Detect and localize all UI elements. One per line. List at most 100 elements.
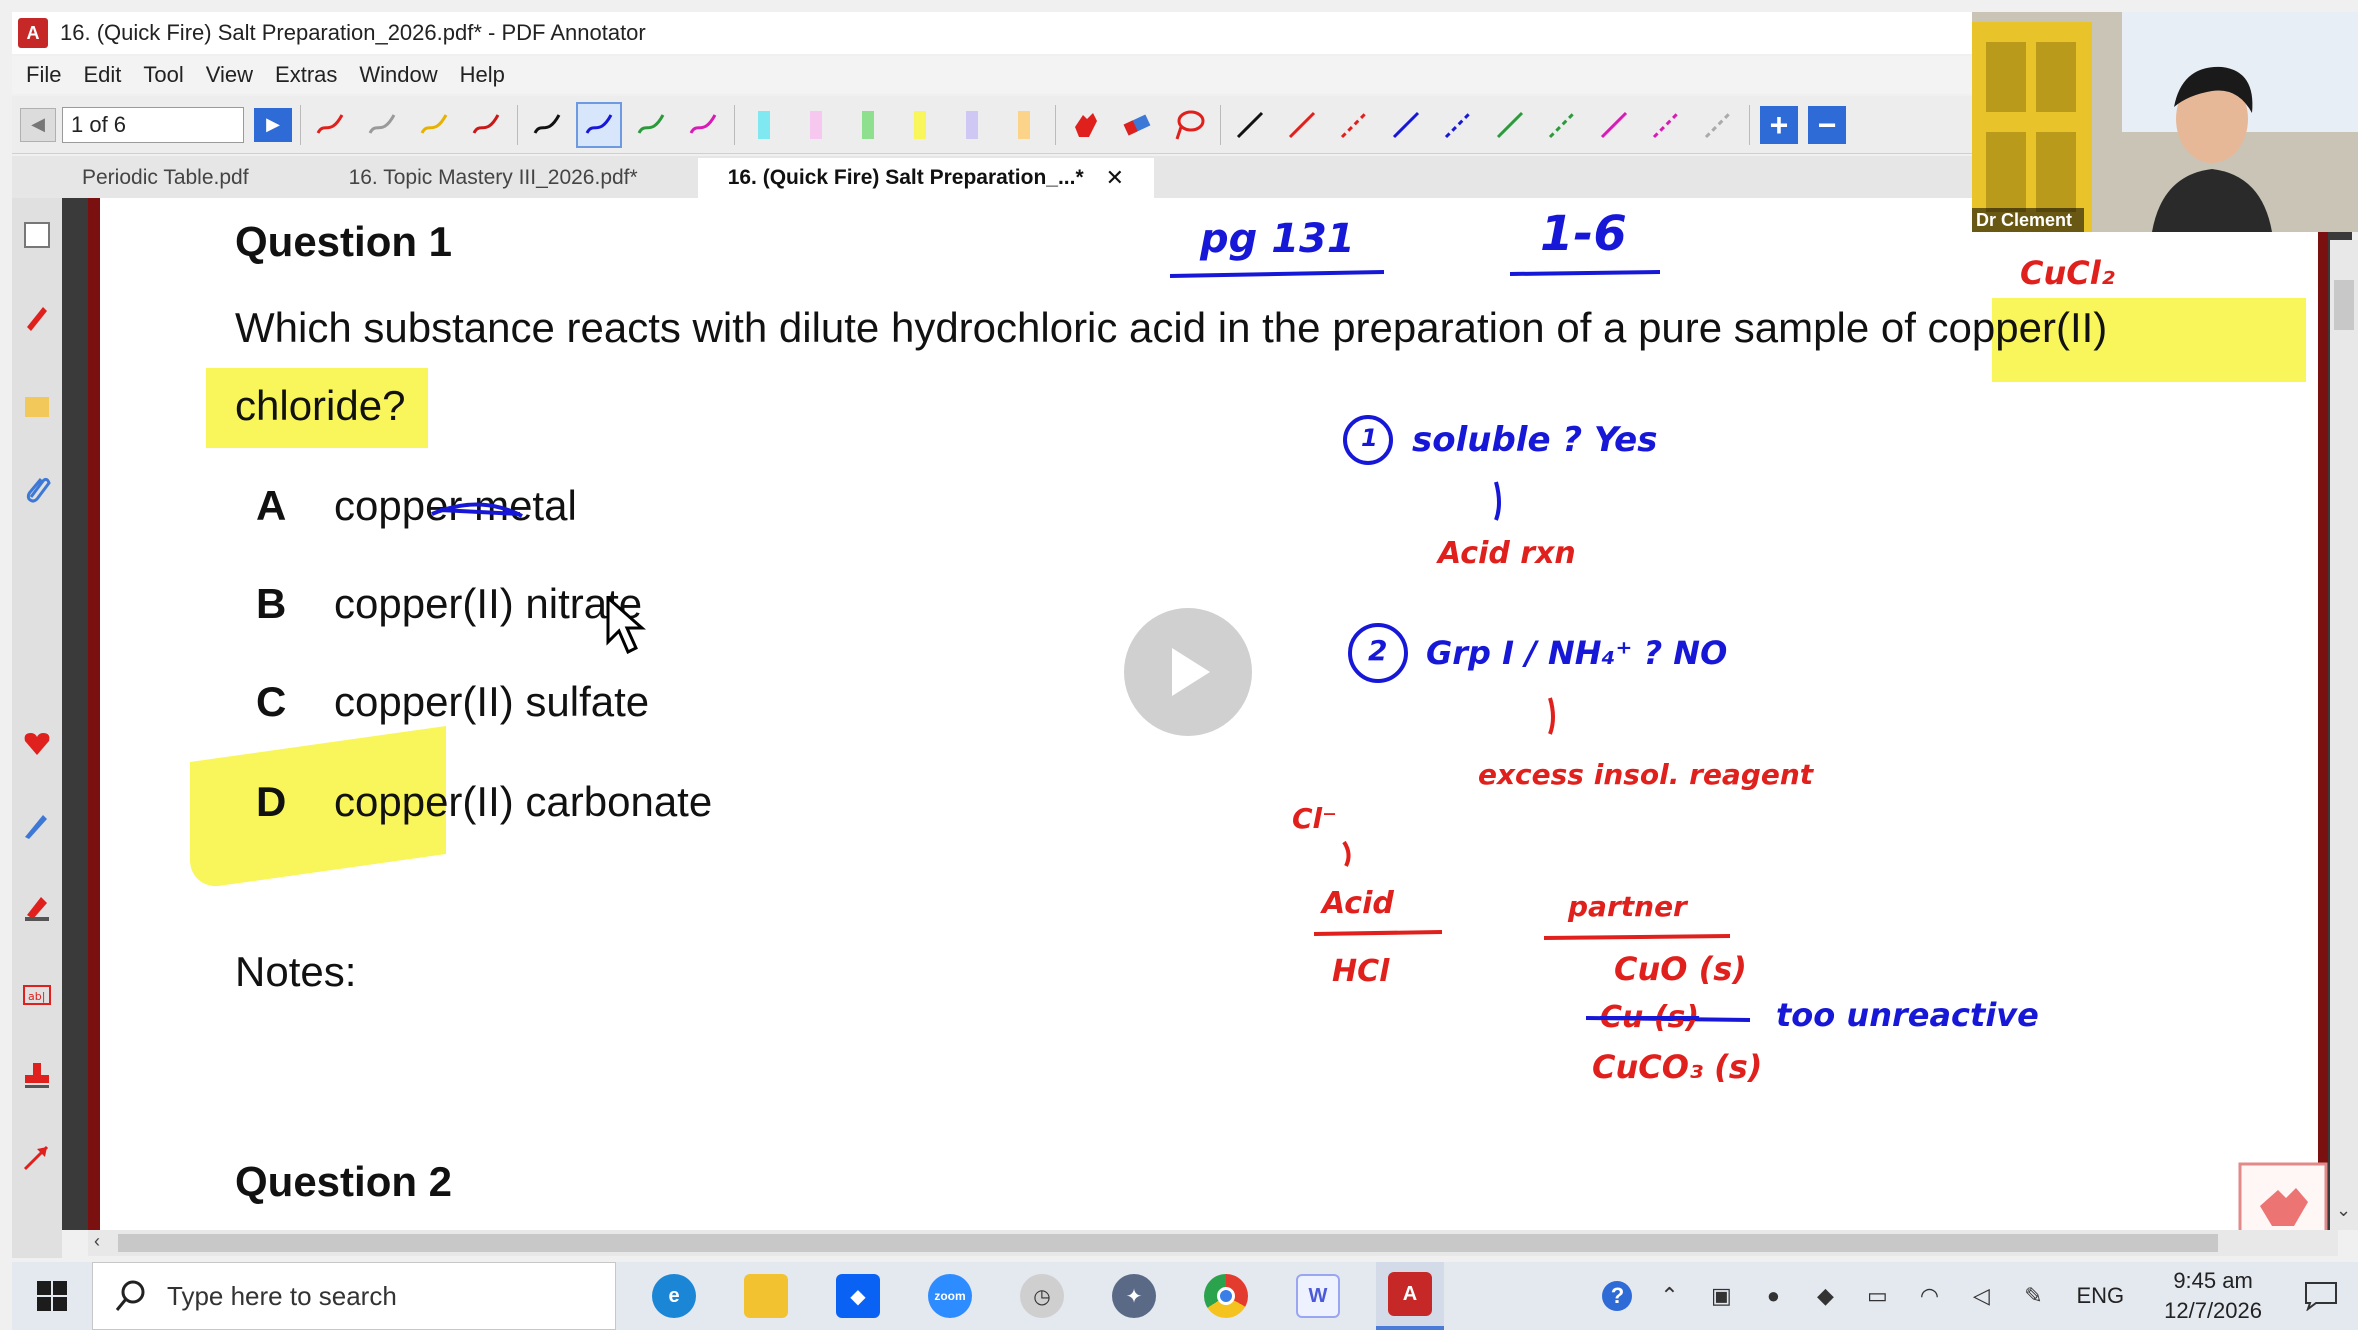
tab-periodic-table[interactable]: Periodic Table.pdf bbox=[52, 158, 279, 198]
highlighter-cyan-tool[interactable] bbox=[741, 102, 787, 148]
line-magenta-dashed-tool[interactable] bbox=[1643, 102, 1689, 148]
line-blue-tool[interactable] bbox=[1383, 102, 1429, 148]
notification-icon[interactable] bbox=[2304, 1281, 2338, 1311]
toolbar-divider bbox=[1055, 104, 1056, 145]
horizontal-scrollbar[interactable]: ‹ bbox=[88, 1230, 2338, 1256]
menu-tool[interactable]: Tool bbox=[143, 62, 183, 88]
line-green-tool[interactable] bbox=[1487, 102, 1533, 148]
camera-icon[interactable]: ▣ bbox=[1706, 1281, 1736, 1311]
highlighter-pink-tool[interactable] bbox=[793, 102, 839, 148]
tab-salt-preparation[interactable]: 16. (Quick Fire) Salt Preparation_...* ✕ bbox=[697, 158, 1155, 198]
lasso-tool[interactable] bbox=[1166, 102, 1212, 148]
pen-red-tool[interactable] bbox=[307, 102, 353, 148]
pen-black-tool[interactable] bbox=[524, 102, 570, 148]
input-language[interactable]: ENG bbox=[2076, 1283, 2124, 1309]
line-grey-dashed-tool[interactable] bbox=[1695, 102, 1741, 148]
line-icon bbox=[1392, 111, 1420, 138]
dropbox-tray-icon[interactable]: ◆ bbox=[1810, 1281, 1840, 1311]
scrollbar-thumb[interactable] bbox=[118, 1234, 2218, 1252]
taskbar-file-explorer[interactable] bbox=[732, 1262, 800, 1330]
line-green-dashed-tool[interactable] bbox=[1539, 102, 1585, 148]
wifi-icon[interactable]: ◠ bbox=[1914, 1281, 1944, 1311]
taskbar-whiteboard[interactable]: W bbox=[1284, 1262, 1352, 1330]
note-icon[interactable] bbox=[18, 388, 56, 426]
chevron-up-icon[interactable]: ⌃ bbox=[1654, 1281, 1684, 1311]
clock-icon: ◷ bbox=[1020, 1274, 1064, 1318]
pen-grey-tool[interactable] bbox=[359, 102, 405, 148]
menu-extras[interactable]: Extras bbox=[275, 62, 337, 88]
marker-icon[interactable] bbox=[18, 888, 56, 926]
taskbar-search-box[interactable]: Type here to search bbox=[92, 1262, 616, 1330]
highlighter-yellow-tool[interactable] bbox=[897, 102, 943, 148]
paperclip-icon[interactable] bbox=[18, 470, 56, 508]
pen-green-tool[interactable] bbox=[628, 102, 674, 148]
blank-page-icon[interactable] bbox=[18, 216, 56, 254]
dashed-line-icon bbox=[1704, 111, 1732, 138]
pencil-icon[interactable] bbox=[18, 806, 56, 844]
page-number-field[interactable]: 1 of 6 bbox=[62, 106, 244, 143]
taskbar-zoom[interactable]: zoom bbox=[916, 1262, 984, 1330]
pen-tray-icon[interactable]: ✎ bbox=[2018, 1281, 2048, 1311]
presenter-avatar bbox=[2152, 66, 2272, 232]
microphone-icon[interactable]: ● bbox=[1758, 1281, 1788, 1311]
pen-red2-tool[interactable] bbox=[463, 102, 509, 148]
heart-icon[interactable] bbox=[18, 724, 56, 762]
text-box-icon[interactable]: ab| bbox=[18, 976, 56, 1014]
taskbar-safari[interactable]: ✦ bbox=[1100, 1262, 1168, 1330]
taskbar-pdf-annotator[interactable]: A bbox=[1376, 1262, 1444, 1330]
hand-tool[interactable] bbox=[1062, 102, 1108, 148]
taskbar-chrome[interactable] bbox=[1192, 1262, 1260, 1330]
pen-blue-tool[interactable] bbox=[576, 101, 622, 148]
zoom-in-button[interactable]: + bbox=[1760, 105, 1798, 144]
highlighter-orange-tool[interactable] bbox=[1001, 102, 1047, 148]
highlighter-icon bbox=[1018, 110, 1030, 139]
arrow-icon[interactable] bbox=[18, 1138, 56, 1176]
scroll-down-icon[interactable]: ⌄ bbox=[2336, 1200, 2351, 1221]
pen-magenta-tool[interactable] bbox=[680, 102, 726, 148]
stamp-icon[interactable] bbox=[18, 1056, 56, 1094]
menu-bar: File Edit Tool View Extras Window Help bbox=[12, 56, 1972, 94]
eraser-tool[interactable] bbox=[1114, 102, 1160, 148]
taskbar-edge[interactable]: e bbox=[640, 1262, 708, 1330]
menu-window[interactable]: Window bbox=[359, 62, 437, 88]
tab-label: 16. (Quick Fire) Salt Preparation_...* bbox=[727, 166, 1084, 189]
scrollbar-thumb[interactable] bbox=[2334, 280, 2354, 330]
menu-edit[interactable]: Edit bbox=[83, 62, 121, 88]
tab-topic-mastery[interactable]: 16. Topic Mastery III_2026.pdf* bbox=[319, 158, 668, 198]
menu-view[interactable]: View bbox=[206, 62, 253, 88]
prev-page-button[interactable]: ◀ bbox=[20, 107, 56, 142]
pen-icon[interactable] bbox=[18, 298, 56, 336]
taskbar-dropbox[interactable]: ◆ bbox=[824, 1262, 892, 1330]
taskbar-clock[interactable]: 9:45 am 12/7/2026 bbox=[2164, 1266, 2262, 1326]
next-page-button[interactable]: ▶ bbox=[254, 107, 292, 142]
ink-question-range: 1-6 bbox=[1540, 206, 1627, 262]
menu-help[interactable]: Help bbox=[460, 62, 505, 88]
dashed-line-icon bbox=[1340, 111, 1368, 138]
pen-stroke-icon bbox=[316, 113, 344, 134]
highlighter-green-tool[interactable] bbox=[845, 102, 891, 148]
pen-yellow-tool[interactable] bbox=[411, 102, 457, 148]
battery-icon[interactable]: ▭ bbox=[1862, 1281, 1892, 1311]
page-margin-right bbox=[2318, 198, 2328, 1230]
help-icon[interactable]: ? bbox=[1602, 1281, 1633, 1311]
line-red-tool[interactable] bbox=[1279, 102, 1325, 148]
video-play-button[interactable] bbox=[1124, 608, 1252, 736]
taskbar-clock-app[interactable]: ◷ bbox=[1008, 1262, 1076, 1330]
line-blue-dashed-tool[interactable] bbox=[1435, 102, 1481, 148]
highlighter-lavender-tool[interactable] bbox=[949, 102, 995, 148]
zoom-out-button[interactable]: − bbox=[1808, 105, 1846, 144]
vertical-scrollbar[interactable]: ⌄ bbox=[2330, 240, 2358, 1230]
webcam-shelf bbox=[1972, 22, 2092, 232]
line-black-tool[interactable] bbox=[1227, 102, 1273, 148]
menu-file[interactable]: File bbox=[26, 62, 61, 88]
scroll-left-icon[interactable]: ‹ bbox=[94, 1231, 100, 1252]
ink-acid-label: Acid bbox=[1322, 886, 1394, 921]
close-tab-icon[interactable]: ✕ bbox=[1106, 165, 1124, 191]
ink-page-reference: pg 131 bbox=[1200, 216, 1355, 262]
ink-step-2-number: 2 bbox=[1368, 634, 1388, 667]
volume-icon[interactable]: ◁ bbox=[1966, 1281, 1996, 1311]
start-button[interactable] bbox=[12, 1262, 92, 1330]
line-icon bbox=[1288, 111, 1316, 138]
line-magenta-tool[interactable] bbox=[1591, 102, 1637, 148]
line-red-dashed-tool[interactable] bbox=[1331, 102, 1377, 148]
